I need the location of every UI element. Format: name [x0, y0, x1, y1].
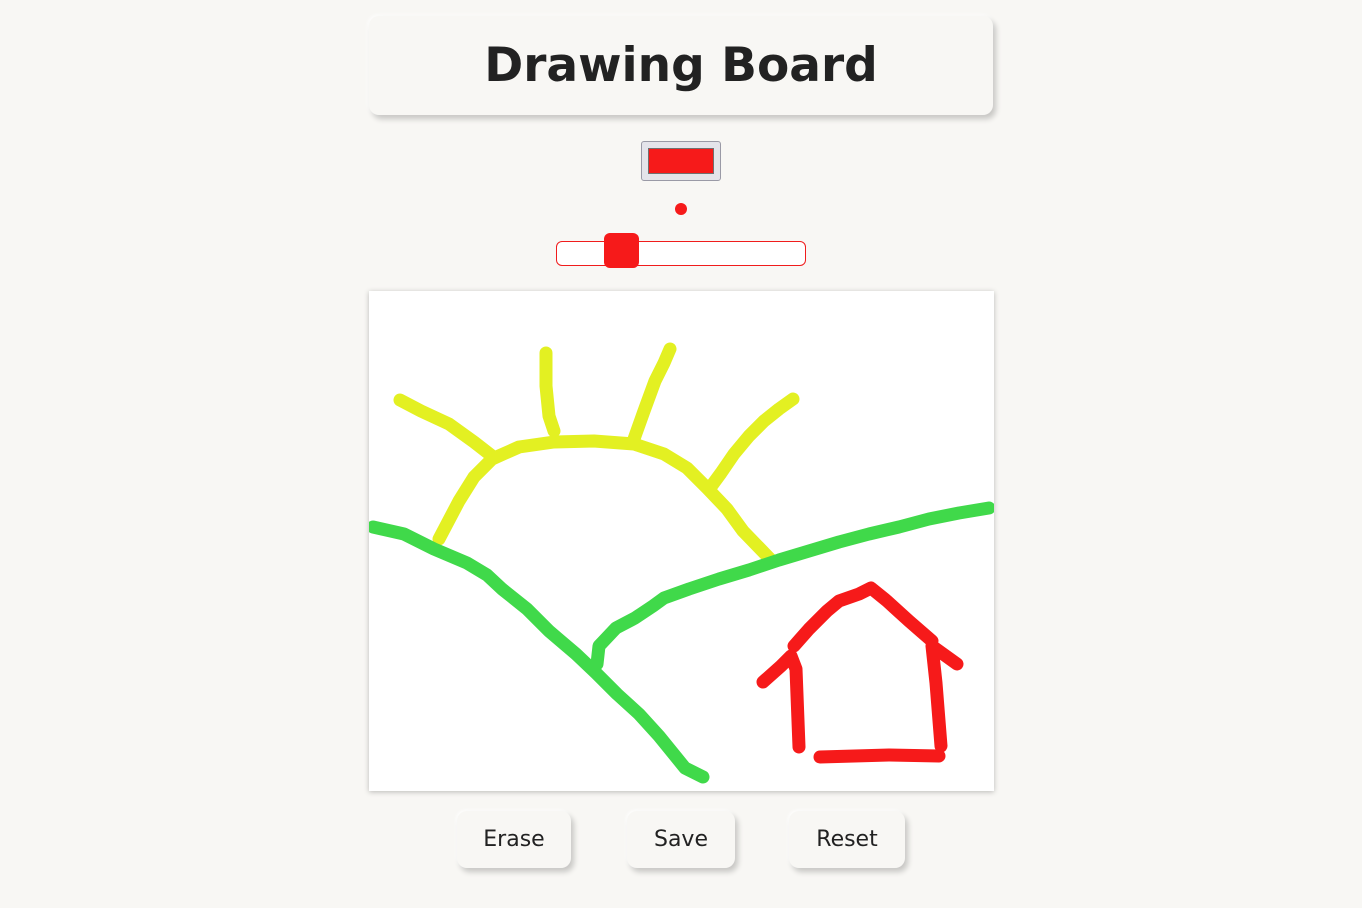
save-button[interactable]: Save	[627, 811, 735, 868]
drawing-canvas-svg	[369, 342, 994, 784]
house	[756, 581, 964, 764]
color-swatch	[648, 148, 714, 174]
sun-ray-2	[539, 346, 561, 438]
brush-size-slider-thumb[interactable]	[604, 233, 639, 268]
drawing-canvas[interactable]	[369, 291, 994, 791]
erase-button[interactable]: Erase	[457, 811, 571, 868]
brush-size-preview	[675, 203, 687, 215]
title-card: Drawing Board	[369, 16, 993, 115]
page-title: Drawing Board	[484, 38, 878, 93]
hill-left	[369, 520, 710, 784]
color-picker[interactable]	[641, 141, 721, 181]
sun-ray-4	[703, 392, 800, 495]
reset-button[interactable]: Reset	[789, 811, 905, 868]
sun-ray-3	[627, 342, 677, 446]
sun-ray-1	[393, 393, 499, 463]
brush-size-slider[interactable]	[556, 233, 806, 268]
